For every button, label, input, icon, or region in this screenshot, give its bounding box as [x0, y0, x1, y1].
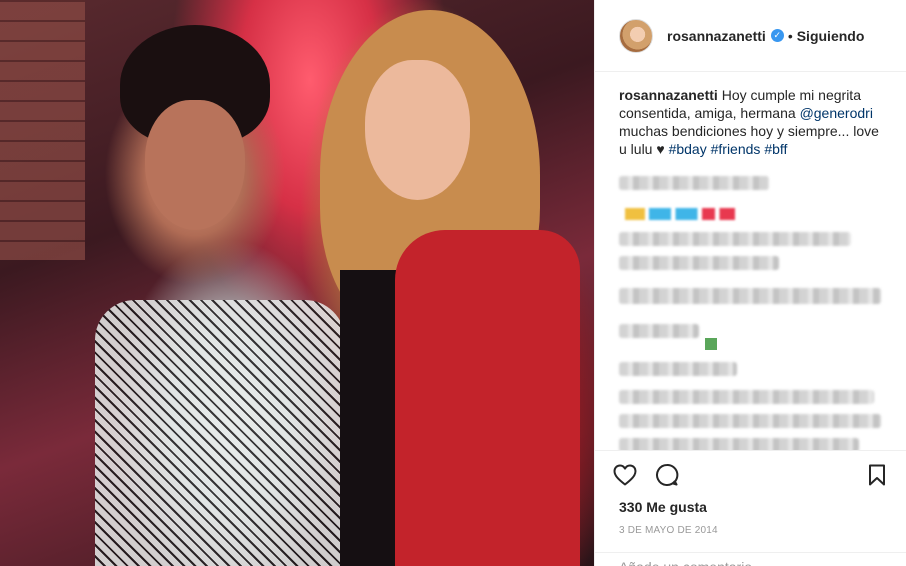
- blurred-comment: [619, 414, 881, 428]
- caption-mention-link[interactable]: @generodri: [800, 105, 873, 121]
- blurred-comment: [619, 166, 882, 222]
- blurred-comment: [619, 438, 859, 450]
- blurred-comment: [619, 232, 851, 246]
- post-actions: 330 Me gusta 3 DE MAYO DE 2014: [595, 450, 906, 536]
- comments-list[interactable]: rosannazanetti Hoy cumple mi negrita con…: [595, 72, 906, 450]
- post-side-panel: rosannazanetti ✓ • Siguiendo rosannazane…: [594, 0, 906, 566]
- comment-input[interactable]: [619, 559, 883, 566]
- caption-username[interactable]: rosannazanetti: [619, 87, 718, 103]
- blurred-emoji-strip: [625, 208, 735, 221]
- post-date[interactable]: 3 DE MAYO DE 2014: [611, 515, 891, 536]
- blurred-comment: [619, 362, 737, 376]
- blurred-comment: [619, 314, 882, 352]
- bookmark-icon[interactable]: [863, 461, 891, 489]
- photo-figure-right-jacket: [395, 230, 580, 566]
- blurred-comment-text: [619, 176, 769, 190]
- add-comment-bar: [595, 552, 906, 566]
- blurred-comment-text: [619, 324, 699, 338]
- header-separator: •: [787, 27, 793, 44]
- hashtag-link[interactable]: #friends: [711, 141, 761, 157]
- action-icons: [611, 461, 891, 489]
- hashtag-link[interactable]: #bff: [764, 141, 787, 157]
- photo-figure-left-face: [145, 100, 245, 230]
- blurred-comment: [619, 288, 881, 304]
- photo-background-brick: [0, 0, 85, 260]
- blurred-comment: [619, 256, 779, 270]
- heart-icon[interactable]: [611, 461, 639, 489]
- avatar[interactable]: [619, 18, 653, 53]
- comment-icon[interactable]: [653, 461, 681, 489]
- caption: rosannazanetti Hoy cumple mi negrita con…: [619, 86, 882, 158]
- post-header: rosannazanetti ✓ • Siguiendo: [595, 0, 906, 72]
- likes-count[interactable]: 330 Me gusta: [611, 489, 891, 515]
- verified-badge-icon: ✓: [770, 29, 784, 42]
- post-photo[interactable]: [0, 0, 594, 566]
- photo-figure-left-blouse: [95, 300, 345, 566]
- hashtag-link[interactable]: #bday: [669, 141, 707, 157]
- following-button[interactable]: Siguiendo: [797, 28, 865, 44]
- blurred-emoji: [705, 338, 717, 351]
- photo-figure-right-face: [365, 60, 470, 200]
- blurred-comment: [619, 390, 874, 404]
- header-username[interactable]: rosannazanetti: [667, 28, 766, 44]
